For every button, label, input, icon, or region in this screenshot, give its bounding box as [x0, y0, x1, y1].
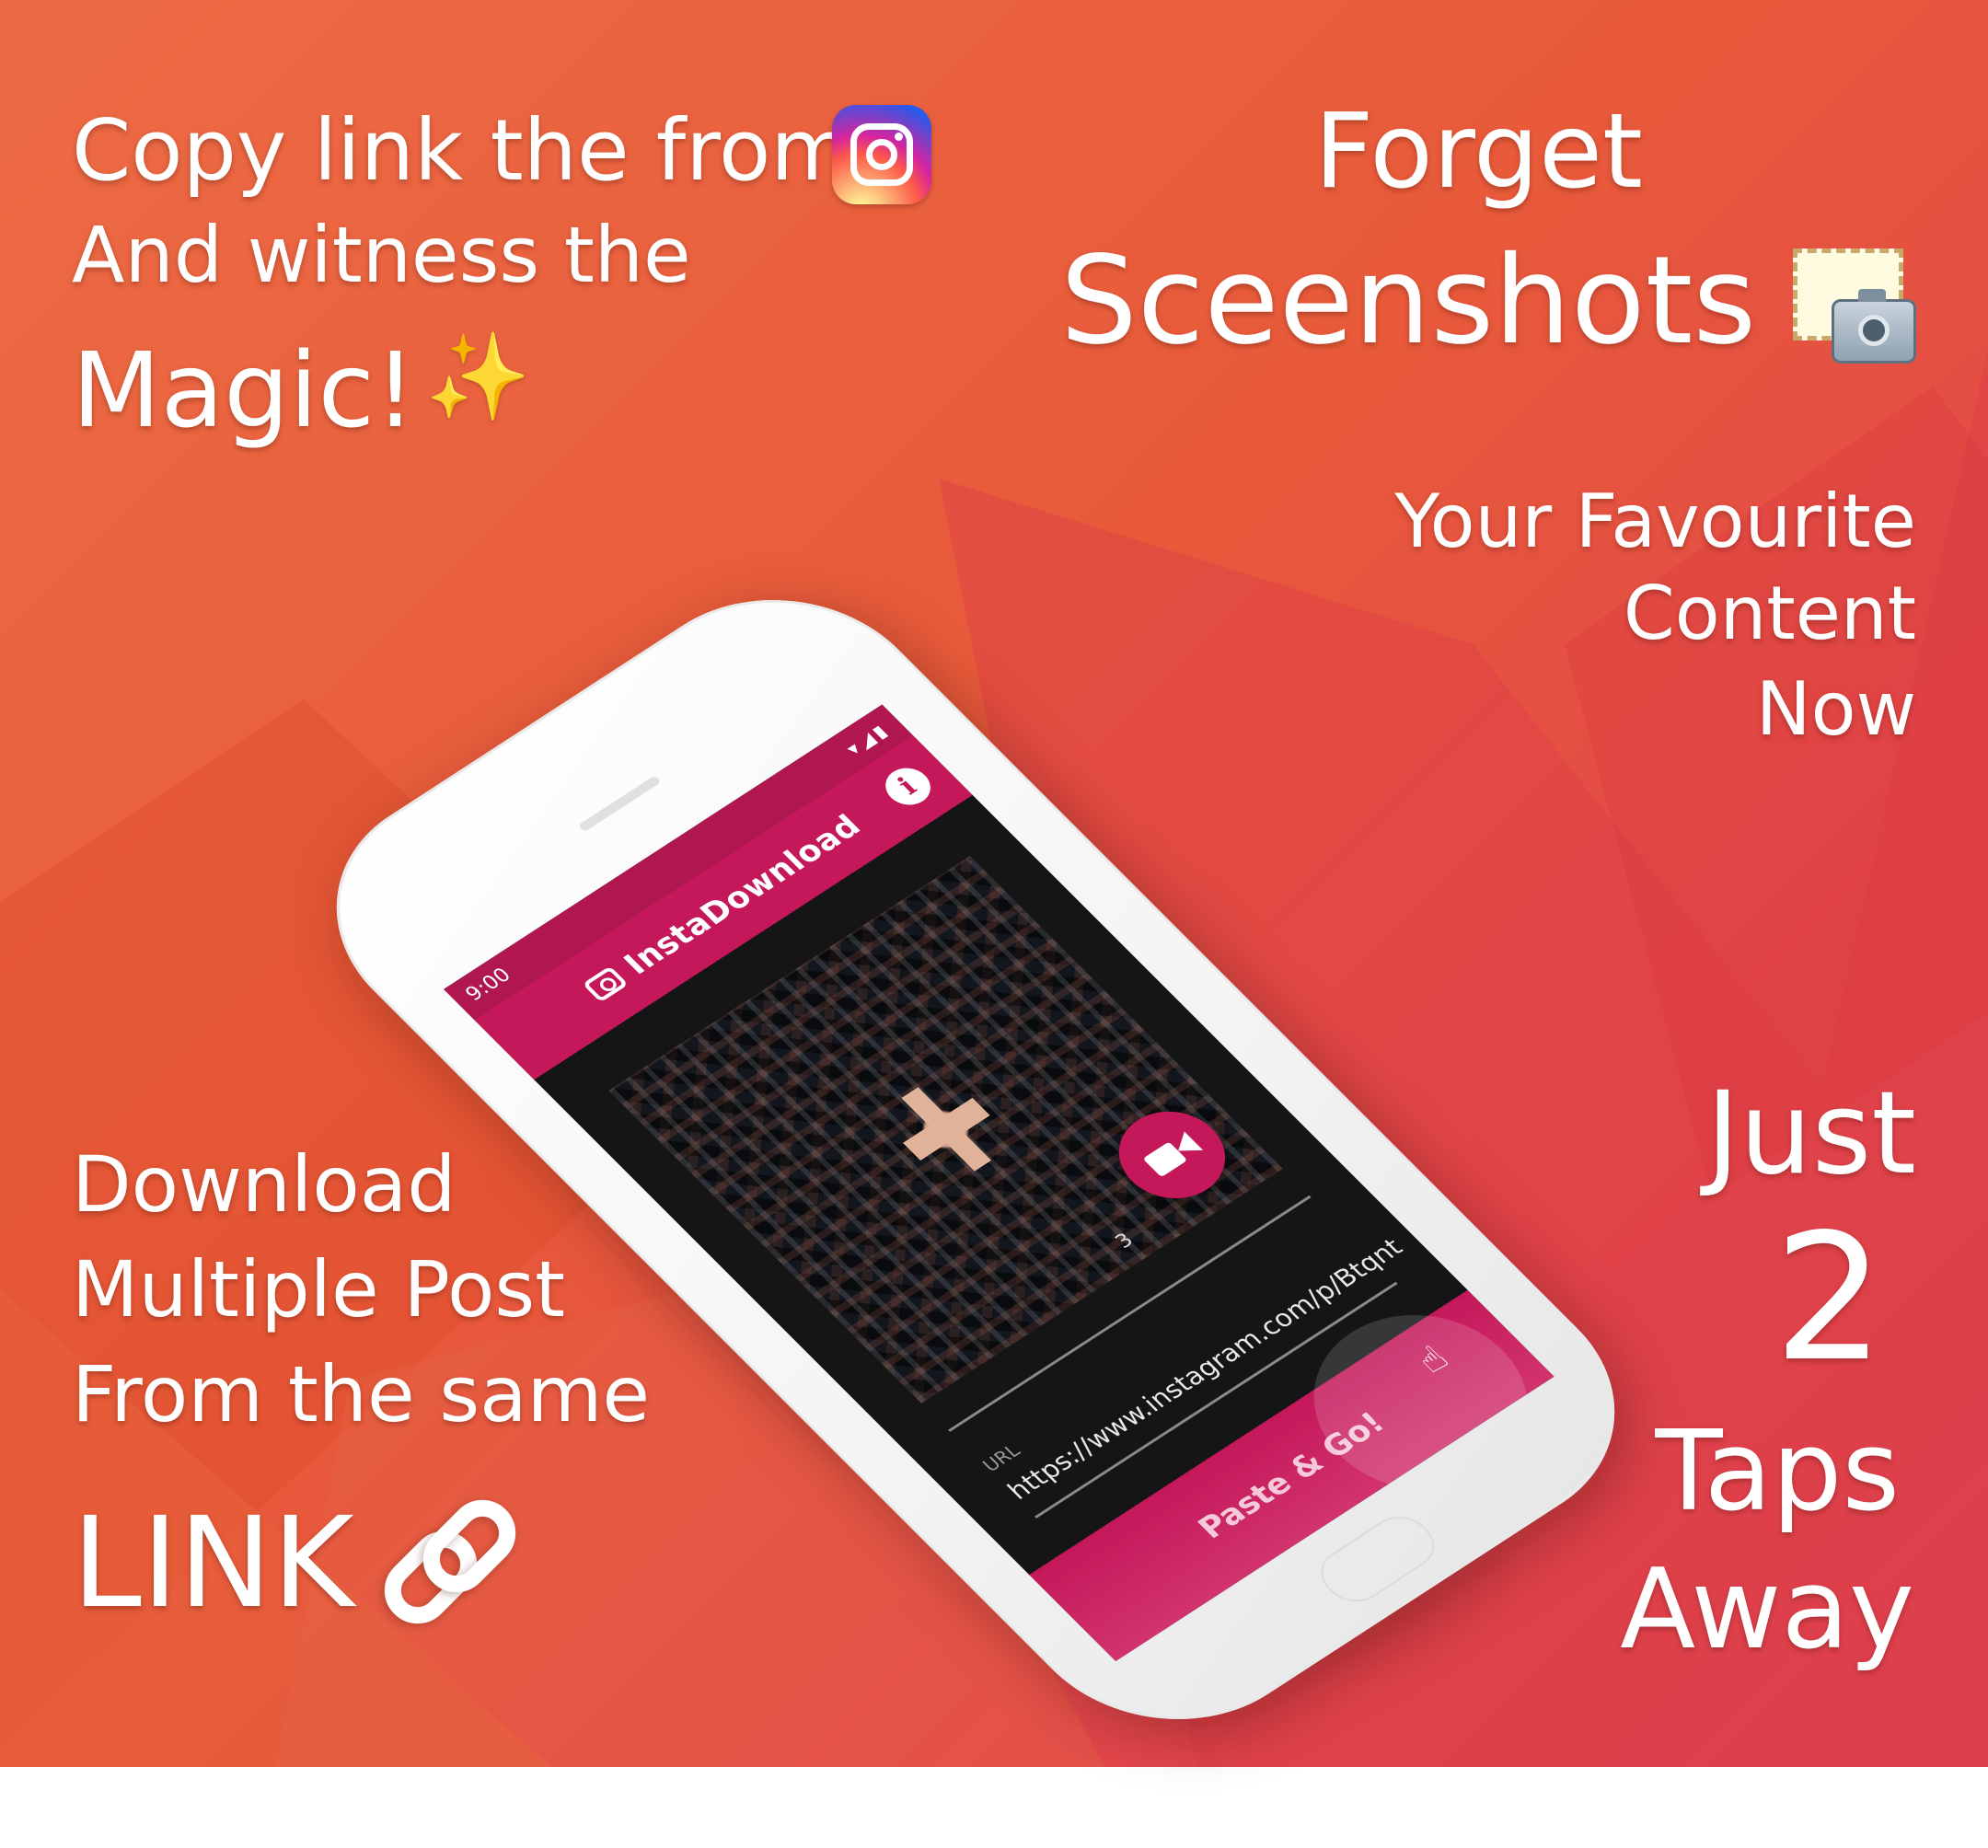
phone-body: 9:00 ▾◢▮ InstaDownload i 3 URL https://w… [273, 549, 1678, 1770]
paste-and-go-button[interactable]: Paste & Go! ☝ [1029, 1279, 1555, 1662]
app-camera-icon [582, 965, 629, 1003]
info-icon[interactable]: i [876, 760, 940, 813]
phone-speaker [577, 775, 662, 833]
phone-mockup: 9:00 ▾◢▮ InstaDownload i 3 URL https://w… [0, 0, 1988, 1770]
url-field-label: URL [977, 1439, 1025, 1476]
